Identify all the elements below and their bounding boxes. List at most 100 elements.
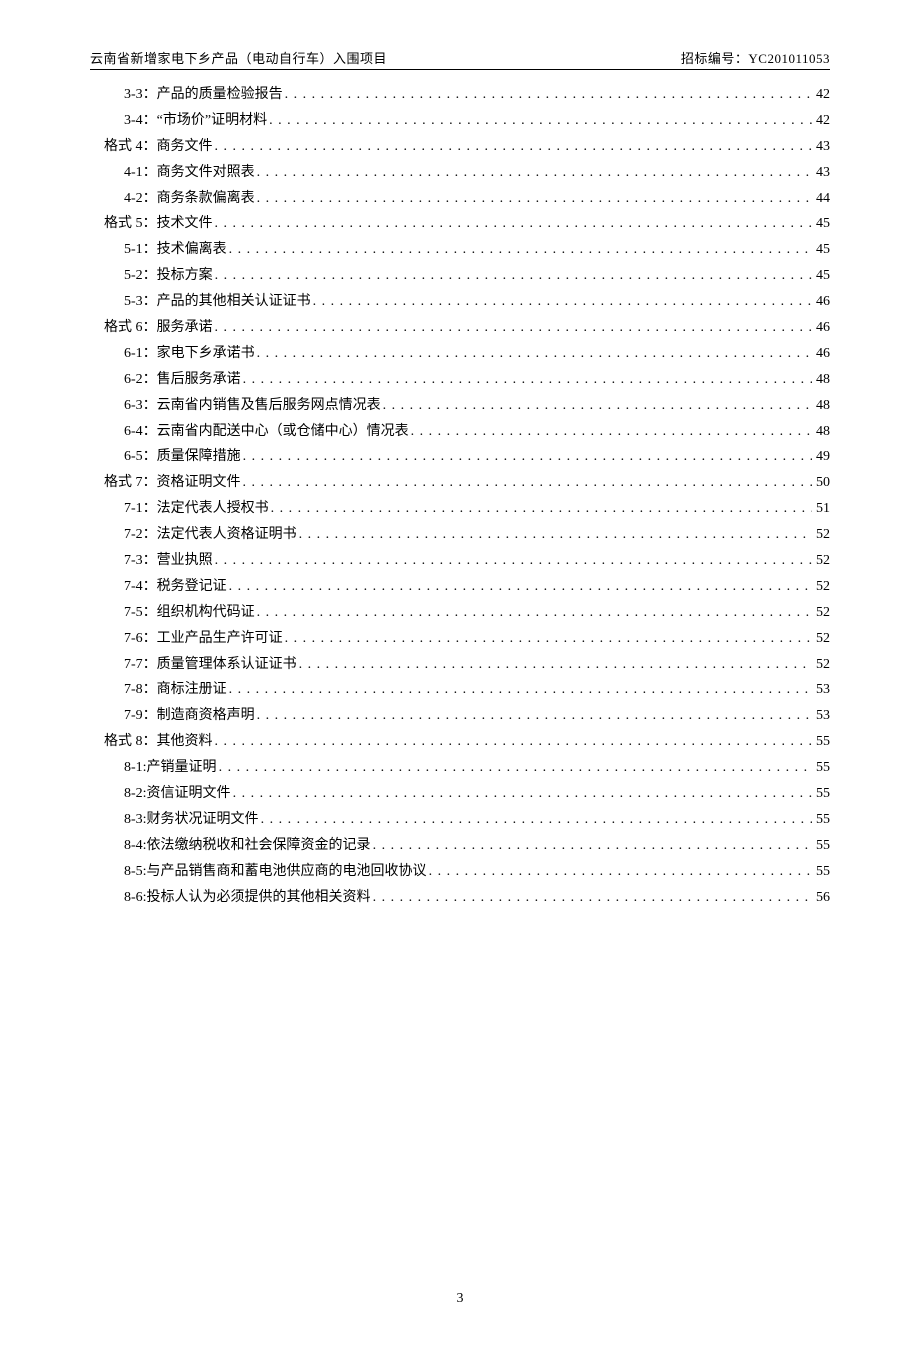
- toc-entry-page: 46: [814, 289, 830, 315]
- header-bid-value: YC201011053: [748, 51, 830, 66]
- toc-entry-page: 55: [814, 729, 830, 755]
- toc-entry-page: 52: [814, 548, 830, 574]
- toc-entry-label: 7-7：质量管理体系认证证书: [124, 652, 297, 678]
- toc-entry-page: 45: [814, 237, 830, 263]
- toc-entry-page: 55: [814, 833, 830, 859]
- page-number: 3: [90, 1291, 830, 1307]
- toc-leader-dots: [215, 548, 812, 574]
- toc-leader-dots: [373, 833, 812, 859]
- toc-entry: 5-1：技术偏离表 45: [90, 237, 830, 263]
- toc-entry: 8-4:依法缴纳税收和社会保障资金的记录 55: [90, 833, 830, 859]
- toc-entry-page: 55: [814, 807, 830, 833]
- toc-entry-label: 7-8：商标注册证: [124, 677, 227, 703]
- toc-leader-dots: [233, 781, 812, 807]
- toc-entry-label: 8-3:财务状况证明文件: [124, 807, 259, 833]
- toc-leader-dots: [299, 652, 812, 678]
- toc-entry-page: 46: [814, 341, 830, 367]
- toc-leader-dots: [215, 729, 813, 755]
- toc-leader-dots: [257, 160, 812, 186]
- toc-entry: 6-5：质量保障措施 49: [90, 444, 830, 470]
- toc-entry-page: 44: [814, 186, 830, 212]
- header-title: 云南省新增家电下乡产品（电动自行车）入围项目: [90, 48, 387, 67]
- toc-entry-label: 6-4：云南省内配送中心（或仓储中心）情况表: [124, 419, 409, 445]
- toc-entry-label: 4-1：商务文件对照表: [124, 160, 255, 186]
- toc-entry: 7-3：营业执照 52: [90, 548, 830, 574]
- toc-entry-label: 格式 8：其他资料: [104, 729, 213, 755]
- toc-leader-dots: [257, 186, 812, 212]
- toc-entry-label: 5-1：技术偏离表: [124, 237, 227, 263]
- toc-entry-page: 52: [814, 652, 830, 678]
- toc-entry: 3-3：产品的质量检验报告 42: [90, 82, 830, 108]
- document-page: 云南省新增家电下乡产品（电动自行车）入围项目 招标编号：YC201011053 …: [0, 0, 920, 1347]
- toc-leader-dots: [229, 574, 812, 600]
- toc-leader-dots: [243, 367, 812, 393]
- toc-leader-dots: [215, 134, 813, 160]
- toc-entry-page: 45: [814, 211, 830, 237]
- toc-entry-page: 49: [814, 444, 830, 470]
- toc-leader-dots: [215, 315, 813, 341]
- toc-entry-page: 43: [814, 160, 830, 186]
- toc-entry-page: 55: [814, 859, 830, 885]
- toc-entry-page: 52: [814, 626, 830, 652]
- toc-entry-label: 7-4：税务登记证: [124, 574, 227, 600]
- toc-entry: 7-4：税务登记证 52: [90, 574, 830, 600]
- toc-entry: 8-1:产销量证明 55: [90, 755, 830, 781]
- toc-entry: 6-3：云南省内销售及售后服务网点情况表 48: [90, 393, 830, 419]
- toc-entry-label: 3-3：产品的质量检验报告: [124, 82, 283, 108]
- toc-entry-label: 8-4:依法缴纳税收和社会保障资金的记录: [124, 833, 371, 859]
- toc-entry-page: 48: [814, 419, 830, 445]
- toc-entry-label: 5-2：投标方案: [124, 263, 213, 289]
- toc-leader-dots: [243, 444, 812, 470]
- toc-entry-page: 52: [814, 522, 830, 548]
- toc-entry: 5-2：投标方案 45: [90, 263, 830, 289]
- toc-entry-label: 3-4：“市场价”证明材料: [124, 108, 267, 134]
- toc-entry-label: 6-1：家电下乡承诺书: [124, 341, 255, 367]
- toc-entry-label: 8-2:资信证明文件: [124, 781, 231, 807]
- toc-leader-dots: [243, 470, 813, 496]
- toc-leader-dots: [229, 677, 812, 703]
- toc-entry-page: 53: [814, 703, 830, 729]
- toc-entry-label: 8-1:产销量证明: [124, 755, 217, 781]
- toc-entry: 8-5:与产品销售商和蓄电池供应商的电池回收协议 55: [90, 859, 830, 885]
- toc-entry: 格式 8：其他资料 55: [90, 729, 830, 755]
- toc-leader-dots: [285, 626, 812, 652]
- toc-entry: 7-7：质量管理体系认证证书 52: [90, 652, 830, 678]
- toc-entry-label: 7-1：法定代表人授权书: [124, 496, 269, 522]
- toc-leader-dots: [271, 496, 812, 522]
- toc-entry-page: 52: [814, 574, 830, 600]
- toc-leader-dots: [215, 211, 813, 237]
- toc-entry: 格式 7：资格证明文件 50: [90, 470, 830, 496]
- toc-leader-dots: [215, 263, 812, 289]
- toc-entry-label: 6-5：质量保障措施: [124, 444, 241, 470]
- toc-entry: 7-5：组织机构代码证 52: [90, 600, 830, 626]
- toc-entry: 8-3:财务状况证明文件 55: [90, 807, 830, 833]
- toc-entry: 7-1：法定代表人授权书 51: [90, 496, 830, 522]
- toc-entry-page: 50: [814, 470, 830, 496]
- toc-entry-page: 51: [814, 496, 830, 522]
- toc-entry: 6-1：家电下乡承诺书 46: [90, 341, 830, 367]
- toc-entry-label: 格式 4：商务文件: [104, 134, 213, 160]
- toc-entry-page: 55: [814, 755, 830, 781]
- toc-leader-dots: [257, 341, 812, 367]
- toc-entry: 6-4：云南省内配送中心（或仓储中心）情况表 48: [90, 419, 830, 445]
- toc-entry-label: 6-3：云南省内销售及售后服务网点情况表: [124, 393, 381, 419]
- toc-entry-label: 7-5：组织机构代码证: [124, 600, 255, 626]
- toc-entry-label: 格式 6：服务承诺: [104, 315, 213, 341]
- toc-entry-label: 8-6:投标人认为必须提供的其他相关资料: [124, 885, 371, 911]
- toc-entry: 6-2：售后服务承诺 48: [90, 367, 830, 393]
- toc-entry-page: 52: [814, 600, 830, 626]
- toc-entry: 5-3：产品的其他相关认证证书 46: [90, 289, 830, 315]
- toc-leader-dots: [411, 419, 812, 445]
- toc-entry-page: 45: [814, 263, 830, 289]
- toc-entry-label: 格式 7：资格证明文件: [104, 470, 241, 496]
- toc-entry: 4-2：商务条款偏离表 44: [90, 186, 830, 212]
- toc-entry: 3-4：“市场价”证明材料 42: [90, 108, 830, 134]
- toc-leader-dots: [257, 703, 812, 729]
- toc-leader-dots: [261, 807, 812, 833]
- toc-leader-dots: [257, 600, 812, 626]
- toc-entry-page: 48: [814, 393, 830, 419]
- toc-entry-page: 55: [814, 781, 830, 807]
- toc-entry-page: 53: [814, 677, 830, 703]
- toc-leader-dots: [285, 82, 812, 108]
- toc-entry-page: 56: [814, 885, 830, 911]
